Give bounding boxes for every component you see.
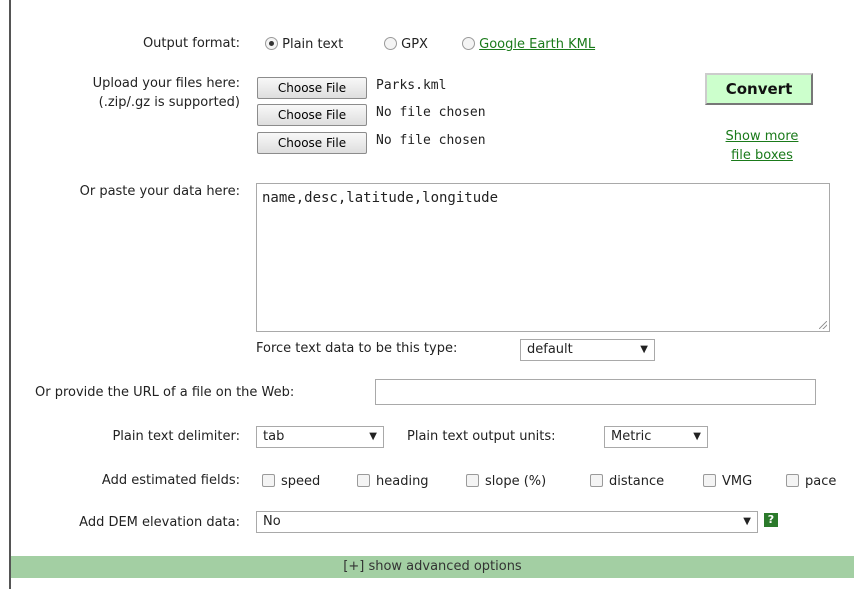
checkbox-vmg[interactable]: VMG bbox=[703, 474, 752, 489]
show-more-file-boxes-link-2[interactable]: file boxes bbox=[716, 148, 808, 163]
estimated-fields-label: Add estimated fields: bbox=[101, 473, 240, 488]
choose-file-button-2[interactable]: Choose File bbox=[257, 104, 367, 126]
dem-value: No bbox=[263, 514, 281, 529]
units-value: Metric bbox=[611, 429, 652, 444]
choose-file-button-3[interactable]: Choose File bbox=[257, 132, 367, 154]
units-label: Plain text output units: bbox=[407, 429, 556, 444]
paste-data-textarea[interactable]: name,desc,latitude,longitude bbox=[256, 183, 830, 332]
resize-grip-icon[interactable] bbox=[819, 321, 827, 329]
force-type-value: default bbox=[527, 342, 573, 357]
radio-plain-text[interactable]: Plain text bbox=[265, 37, 343, 52]
file-name-3: No file chosen bbox=[376, 133, 486, 148]
units-select[interactable]: Metric ▼ bbox=[604, 426, 708, 448]
checkbox-distance-box[interactable] bbox=[590, 474, 603, 487]
chevron-down-icon: ▼ bbox=[693, 431, 701, 442]
checkbox-pace-box[interactable] bbox=[786, 474, 799, 487]
url-label: Or provide the URL of a file on the Web: bbox=[35, 385, 295, 400]
checkbox-heading[interactable]: heading bbox=[357, 474, 429, 489]
checkbox-vmg-box[interactable] bbox=[703, 474, 716, 487]
checkbox-speed-label[interactable]: speed bbox=[281, 474, 320, 489]
show-more-file-boxes-link-1[interactable]: Show more bbox=[716, 129, 808, 144]
convert-button[interactable]: Convert bbox=[705, 73, 813, 105]
radio-gpx-circle[interactable] bbox=[384, 37, 397, 50]
checkbox-heading-box[interactable] bbox=[357, 474, 370, 487]
chevron-down-icon: ▼ bbox=[743, 516, 751, 527]
checkbox-speed-box[interactable] bbox=[262, 474, 275, 487]
chevron-down-icon: ▼ bbox=[369, 431, 377, 442]
checkbox-pace[interactable]: pace bbox=[786, 474, 836, 489]
google-earth-kml-link[interactable]: Google Earth KML bbox=[479, 37, 595, 52]
file-name-2: No file chosen bbox=[376, 105, 486, 120]
left-border bbox=[9, 0, 11, 589]
checkbox-distance[interactable]: distance bbox=[590, 474, 664, 489]
checkbox-speed[interactable]: speed bbox=[262, 474, 320, 489]
paste-data-value: name,desc,latitude,longitude bbox=[262, 190, 499, 206]
delimiter-select[interactable]: tab ▼ bbox=[256, 426, 384, 448]
dem-select[interactable]: No ▼ bbox=[256, 511, 758, 533]
delimiter-label: Plain text delimiter: bbox=[112, 429, 240, 444]
checkbox-slope-box[interactable] bbox=[466, 474, 479, 487]
radio-gpx-label[interactable]: GPX bbox=[401, 37, 428, 52]
help-icon[interactable]: ? bbox=[764, 513, 778, 527]
upload-hint: (.zip/.gz is supported) bbox=[98, 95, 240, 110]
checkbox-distance-label[interactable]: distance bbox=[609, 474, 664, 489]
radio-gpx[interactable]: GPX bbox=[384, 37, 428, 52]
output-format-label: Output format: bbox=[142, 36, 240, 51]
checkbox-slope-label[interactable]: slope (%) bbox=[485, 474, 546, 489]
show-advanced-options-bar[interactable]: [+] show advanced options bbox=[11, 556, 854, 578]
dem-label: Add DEM elevation data: bbox=[79, 515, 240, 530]
radio-kml-circle[interactable] bbox=[462, 37, 475, 50]
url-input[interactable] bbox=[375, 379, 816, 405]
choose-file-button-1[interactable]: Choose File bbox=[257, 77, 367, 99]
paste-label: Or paste your data here: bbox=[79, 184, 240, 199]
radio-plain-text-circle[interactable] bbox=[265, 37, 278, 50]
upload-label: Upload your files here: bbox=[92, 76, 240, 91]
radio-plain-text-label[interactable]: Plain text bbox=[282, 37, 343, 52]
checkbox-heading-label[interactable]: heading bbox=[376, 474, 429, 489]
force-type-label: Force text data to be this type: bbox=[256, 341, 458, 356]
file-name-1: Parks.kml bbox=[376, 78, 447, 93]
checkbox-pace-label[interactable]: pace bbox=[805, 474, 836, 489]
delimiter-value: tab bbox=[263, 429, 285, 444]
checkbox-slope[interactable]: slope (%) bbox=[466, 474, 546, 489]
chevron-down-icon: ▼ bbox=[640, 344, 648, 355]
checkbox-vmg-label[interactable]: VMG bbox=[722, 474, 752, 489]
radio-kml[interactable]: Google Earth KML bbox=[462, 37, 595, 52]
force-type-select[interactable]: default ▼ bbox=[520, 339, 655, 361]
